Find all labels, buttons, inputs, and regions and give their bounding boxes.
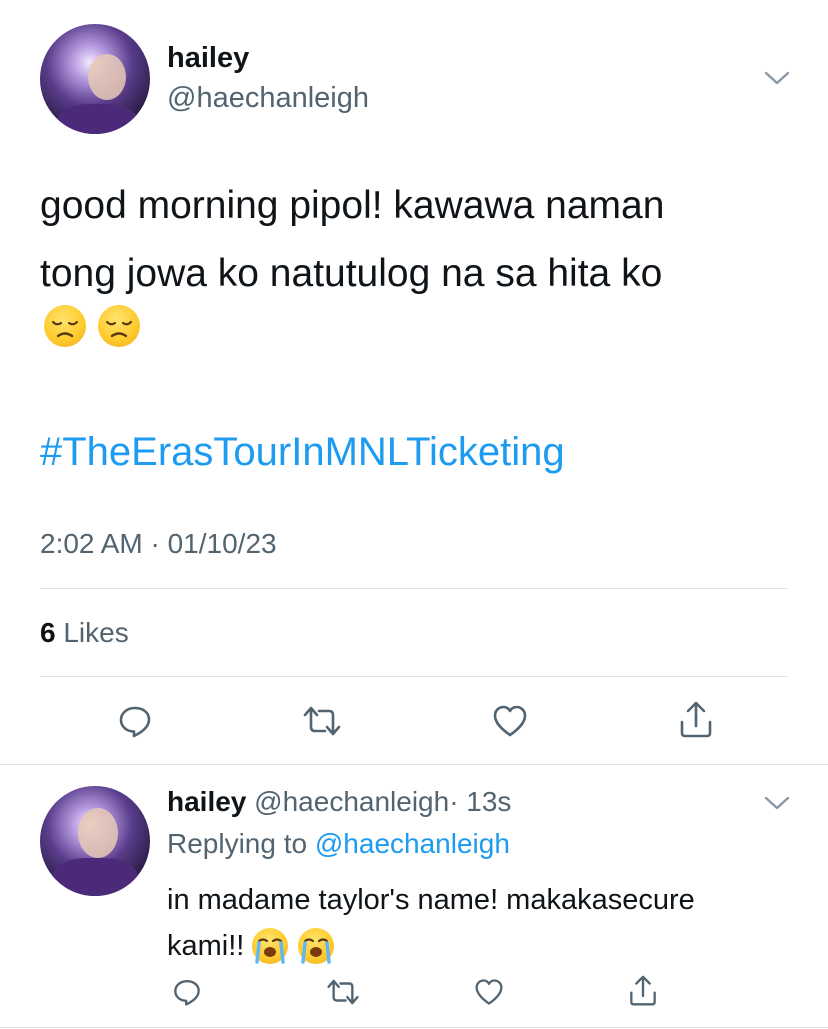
reply-text-line: in madame taylor's name! makakasecure	[167, 884, 695, 916]
disappointed-face-emoji	[98, 305, 140, 347]
reply-display-name[interactable]: hailey	[167, 786, 246, 817]
likes-label: Likes	[63, 617, 129, 648]
display-name[interactable]: hailey	[167, 42, 249, 75]
section-divider	[0, 764, 828, 765]
disappointed-face-emoji	[44, 305, 86, 347]
hashtag-link[interactable]: #TheErasTourInMNLTicketing	[40, 430, 565, 475]
like-heart-icon[interactable]	[489, 700, 531, 742]
replying-to-label: Replying to	[167, 828, 308, 859]
replying-to: Replying to @haechanleigh	[167, 828, 510, 860]
reply-share-icon[interactable]	[624, 972, 662, 1010]
loudly-crying-face-emoji	[252, 928, 289, 964]
reply-text-line: kami!!	[167, 930, 245, 962]
reply-icon[interactable]	[114, 700, 156, 742]
reply-header: hailey @haechanleigh· 13s	[167, 786, 511, 818]
chevron-down-icon[interactable]	[760, 66, 794, 90]
share-icon[interactable]	[675, 698, 717, 742]
reply-handle[interactable]: @haechanleigh	[254, 786, 449, 817]
tweet-text-line: tong jowa ko natutulog na sa hita ko	[40, 252, 663, 295]
loudly-crying-face-emoji	[298, 928, 335, 964]
reply-time[interactable]: · 13s	[449, 786, 511, 817]
bottom-divider	[0, 1027, 828, 1028]
divider	[40, 676, 788, 677]
tweet-text: good morning pipol! kawawa naman tong jo…	[40, 172, 664, 308]
likes-count: 6	[40, 617, 56, 648]
reply-chevron-down-icon[interactable]	[760, 792, 794, 814]
divider	[40, 588, 788, 589]
reply-text: in madame taylor's name! makakasecure ka…	[167, 877, 695, 969]
replying-to-handle[interactable]: @haechanleigh	[315, 828, 510, 859]
reply-avatar[interactable]	[40, 786, 150, 896]
emoji-row	[44, 305, 140, 349]
reply-text-line2: kami!!	[167, 923, 695, 969]
reply-retweet-icon[interactable]	[323, 975, 363, 1009]
handle[interactable]: @haechanleigh	[167, 82, 369, 115]
timestamp[interactable]: 2:02 AM · 01/10/23	[40, 528, 277, 560]
tweet-text-line: good morning pipol! kawawa naman	[40, 184, 665, 227]
reply-like-heart-icon[interactable]	[470, 975, 508, 1009]
likes-stat[interactable]: 6 Likes	[40, 617, 129, 649]
retweet-icon[interactable]	[300, 700, 344, 742]
avatar[interactable]	[40, 24, 150, 134]
reply-reply-icon[interactable]	[168, 975, 206, 1009]
